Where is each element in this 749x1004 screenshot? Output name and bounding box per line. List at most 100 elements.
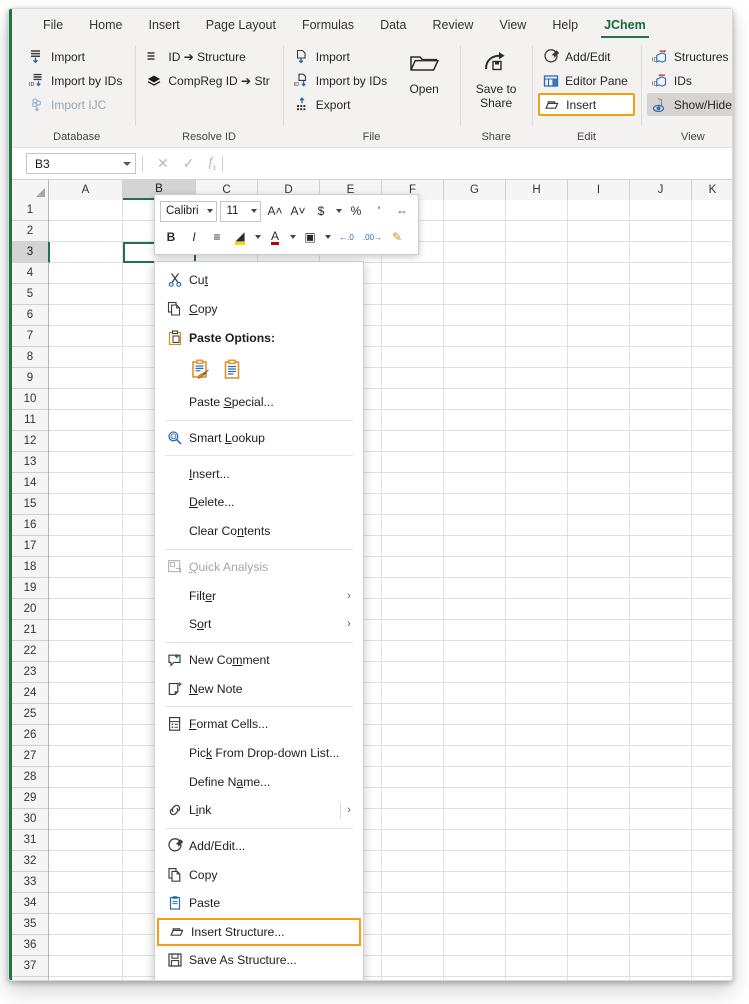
grid-cell-G28[interactable] (444, 767, 506, 788)
grid-cell-A16[interactable] (49, 515, 123, 536)
grid-cell-A18[interactable] (49, 557, 123, 578)
borders-button[interactable]: ▣ (299, 226, 321, 248)
grid-cell-H20[interactable] (506, 599, 568, 620)
grid-cell-A36[interactable] (49, 935, 123, 956)
grid-cell-H38[interactable] (506, 977, 568, 981)
grid-cell-I20[interactable] (568, 599, 630, 620)
grid-cell-G3[interactable] (444, 242, 506, 263)
grid-cell-H2[interactable] (506, 221, 568, 242)
grid-cell-G1[interactable] (444, 200, 506, 221)
menu-item-delete[interactable]: Delete... (155, 488, 363, 517)
grid-cell-K28[interactable] (692, 767, 733, 788)
grid-cell-H17[interactable] (506, 536, 568, 557)
row-header-8[interactable]: 8 (12, 347, 48, 368)
grid-cell-I28[interactable] (568, 767, 630, 788)
row-header-29[interactable]: 29 (12, 788, 48, 809)
font-name-combo[interactable]: Calibri (160, 201, 217, 222)
grid-cell-J21[interactable] (630, 620, 692, 641)
row-header-7[interactable]: 7 (12, 326, 48, 347)
grid-cell-J6[interactable] (630, 305, 692, 326)
row-header-28[interactable]: 28 (12, 767, 48, 788)
grid-cell-I19[interactable] (568, 578, 630, 599)
column-header-H[interactable]: H (506, 180, 568, 200)
grid-cell-J11[interactable] (630, 410, 692, 431)
grid-cell-A37[interactable] (49, 956, 123, 977)
grid-cell-I2[interactable] (568, 221, 630, 242)
grid-cell-H1[interactable] (506, 200, 568, 221)
fill-color-button[interactable]: ◢ (229, 226, 251, 248)
menu-item-insert-structure[interactable]: Insert Structure... (157, 918, 361, 946)
row-header-21[interactable]: 21 (12, 620, 48, 641)
grid-cell-K17[interactable] (692, 536, 733, 557)
grid-cell-A5[interactable] (49, 284, 123, 305)
ribbon-tab-page-layout[interactable]: Page Layout (193, 9, 289, 41)
grid-cell-A19[interactable] (49, 578, 123, 599)
grid-cell-F5[interactable] (382, 284, 444, 305)
paste-option-values[interactable] (221, 359, 243, 381)
grid-cell-I1[interactable] (568, 200, 630, 221)
grid-cell-I21[interactable] (568, 620, 630, 641)
menu-item-save-as-structure[interactable]: Save As Structure... (155, 946, 363, 975)
grid-cell-A13[interactable] (49, 452, 123, 473)
row-header-16[interactable]: 16 (12, 515, 48, 536)
grid-cell-H23[interactable] (506, 662, 568, 683)
ribbon-tab-help[interactable]: Help (539, 9, 591, 41)
chevron-down-icon[interactable] (333, 200, 344, 222)
grid-cell-F20[interactable] (382, 599, 444, 620)
grid-cell-H8[interactable] (506, 347, 568, 368)
menu-item-smart-lookup[interactable]: iSmart Lookup (155, 424, 363, 453)
grid-cell-I7[interactable] (568, 326, 630, 347)
row-header-34[interactable]: 34 (12, 893, 48, 914)
grid-cell-J33[interactable] (630, 872, 692, 893)
grid-cell-I37[interactable] (568, 956, 630, 977)
grid-cell-K8[interactable] (692, 347, 733, 368)
grid-cell-G9[interactable] (444, 368, 506, 389)
grid-cell-F21[interactable] (382, 620, 444, 641)
row-header-35[interactable]: 35 (12, 914, 48, 935)
grid-cell-I10[interactable] (568, 389, 630, 410)
grid-cell-H14[interactable] (506, 473, 568, 494)
row-header-11[interactable]: 11 (12, 410, 48, 431)
grid-cell-J34[interactable] (630, 893, 692, 914)
row-header-12[interactable]: 12 (12, 431, 48, 452)
grid-cell-G8[interactable] (444, 347, 506, 368)
grid-cell-I22[interactable] (568, 641, 630, 662)
chevron-down-icon[interactable] (207, 209, 213, 213)
grid-cell-F16[interactable] (382, 515, 444, 536)
grid-cell-K37[interactable] (692, 956, 733, 977)
row-header-30[interactable]: 30 (12, 809, 48, 830)
grid-cell-F37[interactable] (382, 956, 444, 977)
grid-cell-A30[interactable] (49, 809, 123, 830)
grid-cell-A29[interactable] (49, 788, 123, 809)
row-header-22[interactable]: 22 (12, 641, 48, 662)
grid-cell-H19[interactable] (506, 578, 568, 599)
grid-cell-H13[interactable] (506, 452, 568, 473)
grid-cell-H27[interactable] (506, 746, 568, 767)
increase-font-size-button[interactable]: A˄ (264, 200, 286, 222)
grid-cell-G4[interactable] (444, 263, 506, 284)
grid-cell-H18[interactable] (506, 557, 568, 578)
grid-cell-I16[interactable] (568, 515, 630, 536)
ribbon-button-add-edit[interactable]: Add/Edit (538, 45, 635, 68)
grid-cell-J36[interactable] (630, 935, 692, 956)
cancel-icon[interactable]: ✕ (157, 155, 169, 172)
menu-item-new-note[interactable]: New Note (155, 674, 363, 703)
grid-cell-A17[interactable] (49, 536, 123, 557)
grid-cell-J23[interactable] (630, 662, 692, 683)
grid-cell-A32[interactable] (49, 851, 123, 872)
grid-cell-F22[interactable] (382, 641, 444, 662)
menu-item-define-name[interactable]: Define Name... (155, 767, 363, 796)
grid-cell-I5[interactable] (568, 284, 630, 305)
row-header-36[interactable]: 36 (12, 935, 48, 956)
menu-item-sort[interactable]: Sort› (155, 610, 363, 639)
menu-item-add-edit[interactable]: Add/Edit... (155, 832, 363, 861)
grid-cell-J37[interactable] (630, 956, 692, 977)
row-header-13[interactable]: 13 (12, 452, 48, 473)
grid-cell-H28[interactable] (506, 767, 568, 788)
grid-cell-J24[interactable] (630, 683, 692, 704)
row-header-25[interactable]: 25 (12, 704, 48, 725)
grid-cell-I35[interactable] (568, 914, 630, 935)
format-painter-wrap-button[interactable]: ⇔ (391, 200, 413, 222)
grid-cell-H5[interactable] (506, 284, 568, 305)
grid-cell-J16[interactable] (630, 515, 692, 536)
